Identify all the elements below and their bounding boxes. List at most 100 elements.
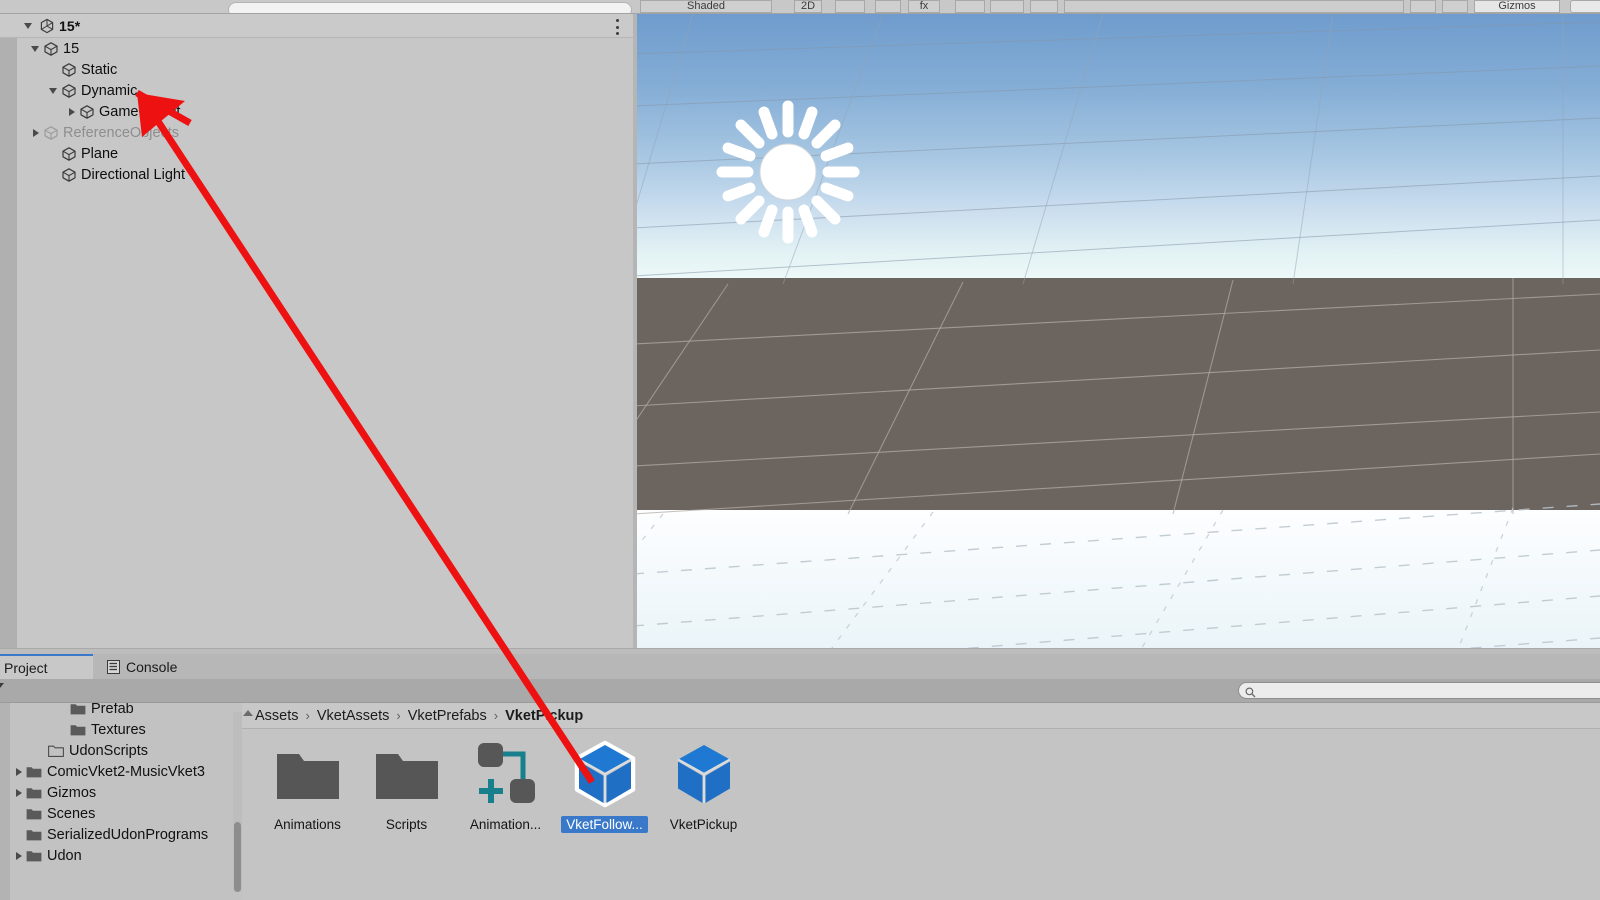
hierarchy-left-gutter — [0, 38, 17, 652]
toggle-2d-button[interactable]: 2D — [794, 0, 822, 13]
prefab-cube-icon — [572, 740, 638, 808]
hierarchy-item-label: 15 — [63, 40, 80, 57]
hierarchy-item-label: Dynamic — [81, 82, 138, 99]
tab-project[interactable]: Project — [0, 654, 93, 679]
hierarchy-item-dynamic[interactable]: Dynamic — [17, 80, 633, 101]
chevron-right-icon[interactable] — [12, 786, 25, 799]
breadcrumb-item-assets[interactable]: Assets — [255, 708, 299, 724]
project-folder-label: Gizmos — [47, 784, 97, 801]
asset-label: VketFollow... — [561, 816, 648, 833]
hierarchy-item-label: Static — [81, 61, 118, 78]
project-toolbar — [0, 679, 1600, 703]
hierarchy-scene-row[interactable]: 15* — [0, 14, 633, 38]
hierarchy-panel: 15* 15 Static Dynamic GameObject ReferenceOb… — [0, 14, 633, 652]
scene-audio-toggle[interactable] — [875, 0, 901, 13]
project-tab-label: Project — [4, 659, 48, 676]
hierarchy-item-gameobject[interactable]: GameObject — [17, 101, 633, 122]
scene-lighting-toggle[interactable] — [835, 0, 865, 13]
breadcrumb-separator: › — [493, 708, 499, 723]
scrollbar-thumb[interactable] — [234, 822, 241, 892]
breadcrumb-item-vketpickup[interactable]: VketPickup — [505, 708, 583, 724]
project-folder-label: Scenes — [47, 805, 96, 822]
scene-camera-dropdown[interactable] — [990, 0, 1024, 13]
project-create-dropdown[interactable] — [0, 683, 4, 688]
folder-filled-icon — [26, 807, 42, 820]
project-search-input[interactable] — [1238, 682, 1600, 699]
chevron-down-icon[interactable] — [22, 19, 35, 32]
prefab-cube-icon — [671, 741, 737, 807]
tab-console[interactable]: Console — [93, 654, 215, 679]
hierarchy-item-label: ReferenceObjects — [63, 124, 180, 141]
draw-mode-dropdown[interactable]: Shaded — [640, 0, 772, 13]
gizmos-dropdown[interactable]: Gizmos — [1474, 0, 1560, 13]
chevron-down-icon[interactable] — [47, 84, 60, 97]
project-folder-udon[interactable]: Udon — [10, 845, 233, 866]
breadcrumb-item-vketprefabs[interactable]: VketPrefabs — [408, 708, 487, 724]
foldout-spacer — [56, 703, 69, 715]
project-tree-scrollbar[interactable] — [233, 712, 242, 892]
toolbar-extra-field[interactable] — [1570, 0, 1600, 13]
hierarchy-search-input[interactable] — [228, 2, 632, 13]
foldout-spacer — [12, 807, 25, 820]
chevron-right-icon[interactable] — [29, 126, 42, 139]
asset-item-vketfollow[interactable]: VketFollow... — [555, 740, 654, 833]
breadcrumb-separator: › — [396, 708, 401, 723]
project-folder-scenes[interactable]: Scenes — [10, 803, 233, 824]
hierarchy-item-15[interactable]: 15 — [17, 38, 633, 59]
asset-item-animations[interactable]: Animations — [258, 741, 357, 833]
project-folder-textures[interactable]: Textures — [10, 719, 233, 740]
folder-filled-icon — [70, 723, 86, 736]
scene-visibility-toggle[interactable] — [955, 0, 985, 13]
hierarchy-item-static[interactable]: Static — [17, 59, 633, 80]
project-folder-serializedudonprograms[interactable]: SerializedUdonPrograms — [10, 824, 233, 845]
search-icon — [1245, 685, 1256, 698]
project-folder-label: UdonScripts — [69, 742, 148, 759]
gameobject-cube-icon — [61, 167, 77, 183]
folder-filled-icon — [26, 786, 42, 799]
unity-logo-icon — [39, 18, 55, 34]
directional-light-gizmo-icon[interactable] — [708, 92, 868, 252]
scene-fx-dropdown[interactable]: fx — [908, 0, 940, 13]
asset-label: Animations — [274, 817, 341, 832]
unity-editor-window: Shaded 2D fx Gizmos 15* 15StaticDynami — [0, 0, 1600, 900]
foldout-spacer — [34, 744, 47, 757]
chevron-down-icon[interactable] — [29, 42, 42, 55]
console-tab-label: Console — [126, 658, 178, 675]
kebab-menu-icon[interactable] — [615, 19, 619, 35]
hierarchy-item-label: GameObject — [99, 103, 181, 120]
project-folder-gizmos[interactable]: Gizmos — [10, 782, 233, 803]
project-folder-label: Textures — [91, 721, 146, 738]
project-folder-label: Udon — [47, 847, 82, 864]
hierarchy-item-referenceobjects[interactable]: ReferenceObjects — [17, 122, 633, 143]
project-tree-gutter — [0, 703, 10, 900]
hierarchy-item-plane[interactable]: Plane — [17, 143, 633, 164]
chevron-down-icon[interactable] — [0, 683, 4, 688]
chevron-right-icon[interactable] — [12, 765, 25, 778]
bottom-tab-bar: Project Console — [0, 654, 1600, 679]
gameobject-cube-icon — [79, 104, 95, 120]
project-folder-udonscripts[interactable]: UdonScripts — [10, 740, 233, 761]
asset-item-vketpickup[interactable]: VketPickup — [654, 741, 753, 833]
breadcrumb-up-icon[interactable] — [243, 710, 253, 716]
breadcrumb-item-vketassets[interactable]: VketAssets — [317, 708, 390, 724]
chevron-right-icon[interactable] — [12, 849, 25, 862]
project-panel: Project Console Prefab Textures UdonScri… — [0, 654, 1600, 900]
hierarchy-item-directional-light[interactable]: Directional Light — [17, 164, 633, 185]
folder-filled-icon — [26, 828, 42, 841]
asset-item-scripts[interactable]: Scripts — [357, 741, 456, 833]
scene-view[interactable] — [633, 14, 1600, 652]
console-icon — [107, 659, 120, 674]
asset-item-animation[interactable]: Animation... — [456, 741, 555, 833]
scene-effects-button[interactable] — [1442, 0, 1468, 13]
grid-visibility-dropdown[interactable] — [1030, 0, 1058, 13]
scene-search-icon[interactable] — [1410, 0, 1436, 13]
gameobject-cube-icon — [61, 146, 77, 162]
foldout-spacer — [12, 828, 25, 841]
project-folder-tree: Prefab Textures UdonScripts ComicVket2-Musi… — [0, 703, 233, 900]
hierarchy-tree: 15 Static Dynamic GameObject ReferenceObject… — [17, 38, 633, 652]
folder-asset-icon — [374, 741, 440, 807]
project-folder-prefab[interactable]: Prefab — [10, 703, 233, 719]
chevron-right-icon[interactable] — [65, 105, 78, 118]
project-folder-comicvket2-musicvket3[interactable]: ComicVket2-MusicVket3 — [10, 761, 233, 782]
hierarchy-item-label: Plane — [81, 145, 119, 162]
